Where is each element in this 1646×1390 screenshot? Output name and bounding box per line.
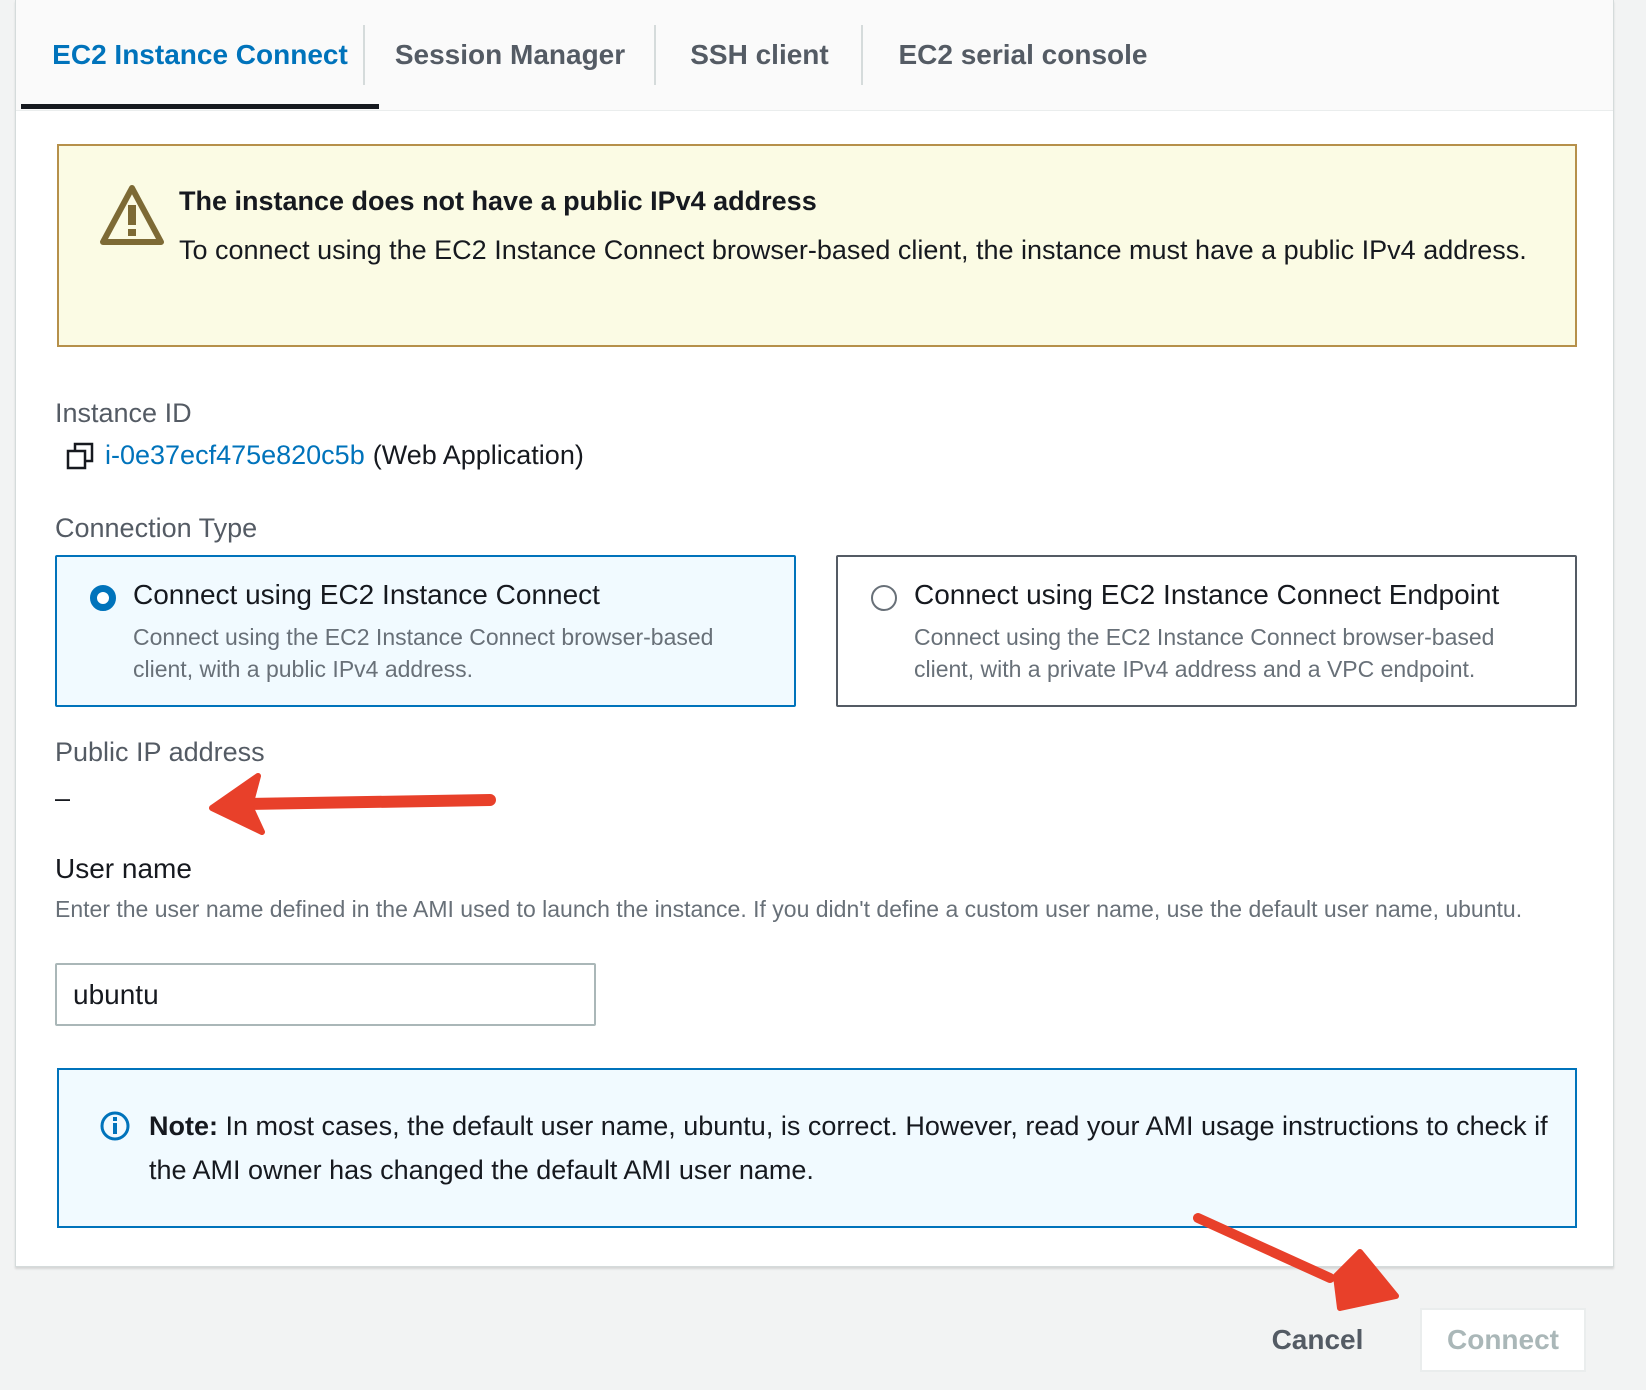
warning-alert: The instance does not have a public IPv4… — [57, 144, 1577, 347]
warning-title: The instance does not have a public IPv4… — [179, 186, 817, 216]
warning-text: To connect using the EC2 Instance Connec… — [179, 235, 1527, 265]
public-ip-label: Public IP address — [55, 737, 265, 767]
user-name-label: User name — [55, 853, 192, 884]
option-title: Connect using EC2 Instance Connect — [133, 579, 600, 610]
warning-icon — [100, 185, 164, 245]
note-body: In most cases, the default user name, ub… — [149, 1111, 1548, 1185]
connection-option-endpoint[interactable]: Connect using EC2 Instance Connect Endpo… — [836, 555, 1577, 707]
tab-ec2-serial-console[interactable]: EC2 serial console — [863, 0, 1183, 110]
tab-ec2-instance-connect[interactable]: EC2 Instance Connect — [21, 0, 379, 110]
active-tab-indicator — [21, 104, 379, 109]
option-title: Connect using EC2 Instance Connect Endpo… — [914, 579, 1500, 610]
instance-id-row: i-0e37ecf475e820c5b (Web Application) — [65, 440, 584, 471]
note-bold: Note: — [149, 1111, 218, 1141]
option-description: Connect using the EC2 Instance Connect b… — [914, 624, 1495, 682]
note-text: Note: In most cases, the default user na… — [149, 1104, 1549, 1192]
info-icon — [100, 1111, 130, 1141]
instance-id-label: Instance ID — [55, 398, 192, 428]
connection-option-instance-connect[interactable]: Connect using EC2 Instance Connect Conne… — [55, 555, 796, 707]
cancel-button[interactable]: Cancel — [1245, 1315, 1390, 1365]
user-name-description: Enter the user name defined in the AMI u… — [55, 896, 1523, 922]
option-description: Connect using the EC2 Instance Connect b… — [133, 624, 714, 682]
connect-button[interactable]: Connect — [1420, 1308, 1586, 1372]
instance-name: (Web Application) — [372, 440, 584, 470]
tab-bar: EC2 Instance Connect Session Manager SSH… — [16, 0, 1613, 111]
instance-id-link[interactable]: i-0e37ecf475e820c5b — [105, 440, 365, 471]
radio-unselected[interactable] — [871, 585, 897, 611]
connection-type-label: Connection Type — [55, 513, 258, 543]
radio-selected[interactable] — [90, 585, 116, 611]
tab-ssh-client[interactable]: SSH client — [656, 0, 863, 110]
user-name-input[interactable] — [55, 963, 596, 1026]
info-note: Note: In most cases, the default user na… — [57, 1068, 1577, 1228]
public-ip-value: – — [55, 783, 71, 813]
tab-session-manager[interactable]: Session Manager — [365, 0, 655, 110]
connect-panel: EC2 Instance Connect Session Manager SSH… — [15, 0, 1614, 1267]
copy-icon[interactable] — [65, 441, 95, 471]
